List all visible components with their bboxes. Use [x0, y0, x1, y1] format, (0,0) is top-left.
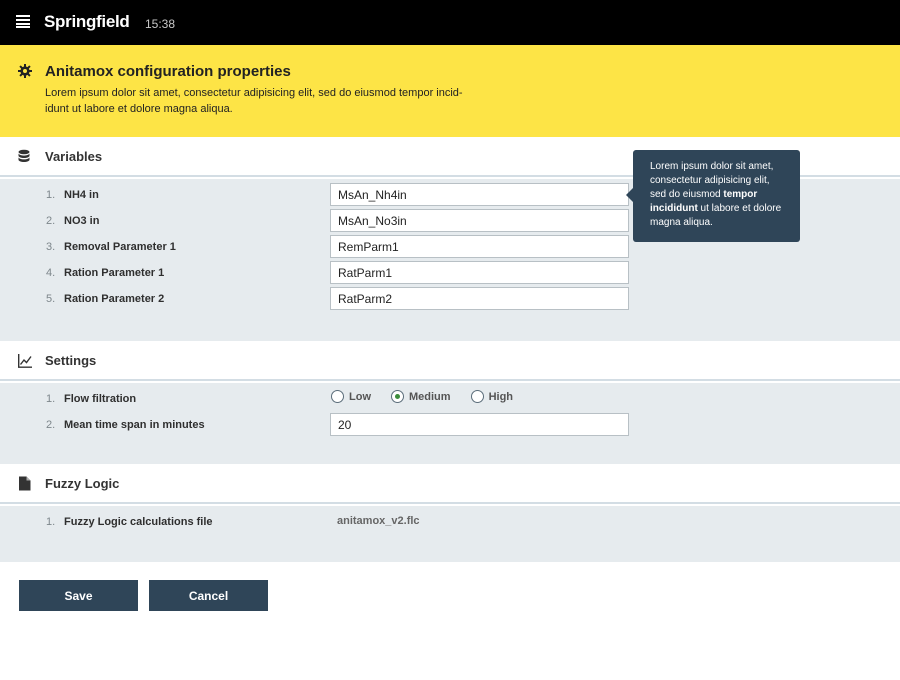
section-title: Fuzzy Logic: [45, 476, 120, 491]
radio-label: Medium: [409, 390, 451, 403]
page-description: Lorem ipsum dolor sit amet, consectetur …: [45, 87, 463, 115]
line-chart-icon: [18, 354, 32, 368]
variable-row: 4. Ration Parameter 1: [0, 261, 900, 285]
fuzzy-logic-panel: 1. Fuzzy Logic calculations file anitamo…: [0, 506, 900, 562]
row-label: Mean time span in minutes: [64, 419, 205, 431]
row-label: NO3 in: [64, 215, 100, 227]
radio-circle[interactable]: [331, 390, 344, 403]
flow-filtration-radio-group: Low Medium High: [331, 390, 533, 403]
cancel-button[interactable]: Cancel: [149, 580, 268, 611]
top-bar: Springfield 15:38: [0, 0, 900, 45]
settings-row: 1. Flow filtration Low Medium High: [0, 387, 900, 411]
row-label: Ration Parameter 1: [64, 267, 165, 279]
save-button[interactable]: Save: [19, 580, 138, 611]
document-icon: [19, 476, 31, 491]
fuzzy-logic-section-header: Fuzzy Logic: [0, 464, 900, 504]
radio-label: Low: [349, 390, 371, 403]
radio-circle[interactable]: [470, 390, 484, 403]
hamburger-menu-icon[interactable]: [16, 15, 30, 29]
gear-icon: [18, 64, 32, 78]
radio-medium[interactable]: Medium: [391, 390, 451, 403]
help-tooltip: Lorem ipsum dolor sit amet, consectetur …: [626, 150, 800, 242]
radio-low[interactable]: Low: [331, 390, 371, 403]
row-number: 4.: [46, 267, 56, 279]
row-number: 3.: [46, 241, 56, 253]
app-name: Springfield: [44, 12, 130, 31]
settings-panel: 1. Flow filtration Low Medium High 2. Me…: [0, 383, 900, 464]
calculations-file-value: anitamox_v2.flc: [337, 515, 420, 527]
removal-parameter-1-input[interactable]: [330, 235, 629, 258]
header-banner: Anitamox configuration properties Lorem …: [0, 45, 900, 137]
row-label: Fuzzy Logic calculations file: [64, 516, 213, 528]
ration-parameter-1-input[interactable]: [330, 261, 629, 284]
radio-circle[interactable]: [391, 390, 404, 403]
nh4-in-input[interactable]: [330, 183, 629, 206]
row-number: 1.: [46, 189, 56, 201]
settings-row: 2. Mean time span in minutes: [0, 413, 900, 437]
row-number: 1.: [46, 393, 56, 405]
section-title: Settings: [45, 353, 97, 368]
row-label: Ration Parameter 2: [64, 293, 165, 305]
row-number: 2.: [46, 215, 56, 227]
ration-parameter-2-input[interactable]: [330, 287, 629, 310]
clock: 15:38: [145, 17, 176, 31]
row-number: 2.: [46, 419, 56, 431]
mean-time-span-input[interactable]: [330, 413, 629, 436]
row-label: Removal Parameter 1: [64, 241, 176, 253]
row-label: Flow filtration: [64, 393, 137, 405]
page-title: Anitamox configuration properties: [45, 63, 291, 80]
database-icon: [18, 149, 30, 162]
radio-label: High: [488, 390, 514, 403]
variable-row: 5. Ration Parameter 2: [0, 287, 900, 311]
row-number: 5.: [46, 293, 56, 305]
fuzzy-row: 1. Fuzzy Logic calculations file anitamo…: [0, 510, 900, 534]
row-number: 1.: [46, 516, 56, 528]
row-label: NH4 in: [64, 189, 99, 201]
settings-section-header: Settings: [0, 341, 900, 381]
section-title: Variables: [45, 149, 103, 164]
no3-in-input[interactable]: [330, 209, 629, 232]
radio-high[interactable]: High: [470, 390, 514, 403]
